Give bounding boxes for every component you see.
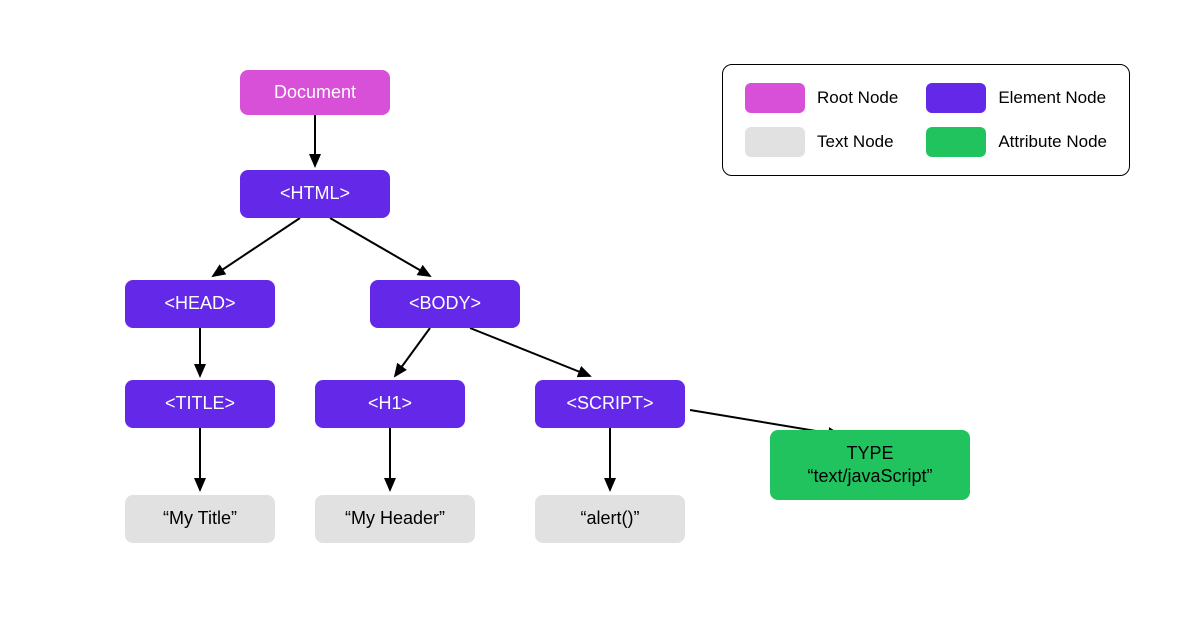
node-h1: <H1> bbox=[315, 380, 465, 428]
node-title-label: <TITLE> bbox=[165, 392, 235, 415]
node-title-text: “My Title” bbox=[125, 495, 275, 543]
legend-item-attribute: Attribute Node bbox=[926, 127, 1107, 157]
legend-item-root: Root Node bbox=[745, 83, 898, 113]
node-body: <BODY> bbox=[370, 280, 520, 328]
legend-swatch-element bbox=[926, 83, 986, 113]
legend-item-element: Element Node bbox=[926, 83, 1107, 113]
node-attribute-type: TYPE “text/javaScript” bbox=[770, 430, 970, 500]
legend-label-attribute: Attribute Node bbox=[998, 132, 1107, 152]
legend-item-text: Text Node bbox=[745, 127, 898, 157]
legend-swatch-root bbox=[745, 83, 805, 113]
node-attribute-type-label: TYPE “text/javaScript” bbox=[807, 442, 932, 489]
legend-label-root: Root Node bbox=[817, 88, 898, 108]
node-alert-text-label: “alert()” bbox=[581, 507, 640, 530]
node-h1-label: <H1> bbox=[368, 392, 412, 415]
node-script: <SCRIPT> bbox=[535, 380, 685, 428]
legend-swatch-text bbox=[745, 127, 805, 157]
node-document: Document bbox=[240, 70, 390, 115]
legend-swatch-attribute bbox=[926, 127, 986, 157]
node-title-text-label: “My Title” bbox=[163, 507, 237, 530]
node-header-text-label: “My Header” bbox=[345, 507, 445, 530]
node-head: <HEAD> bbox=[125, 280, 275, 328]
legend-label-text: Text Node bbox=[817, 132, 894, 152]
legend-label-element: Element Node bbox=[998, 88, 1106, 108]
legend-box: Root Node Element Node Text Node Attribu… bbox=[722, 64, 1130, 176]
node-header-text: “My Header” bbox=[315, 495, 475, 543]
node-script-label: <SCRIPT> bbox=[566, 392, 653, 415]
node-body-label: <BODY> bbox=[409, 292, 481, 315]
node-alert-text: “alert()” bbox=[535, 495, 685, 543]
node-document-label: Document bbox=[274, 81, 356, 104]
node-head-label: <HEAD> bbox=[164, 292, 235, 315]
node-html: <HTML> bbox=[240, 170, 390, 218]
node-title: <TITLE> bbox=[125, 380, 275, 428]
node-html-label: <HTML> bbox=[280, 182, 350, 205]
